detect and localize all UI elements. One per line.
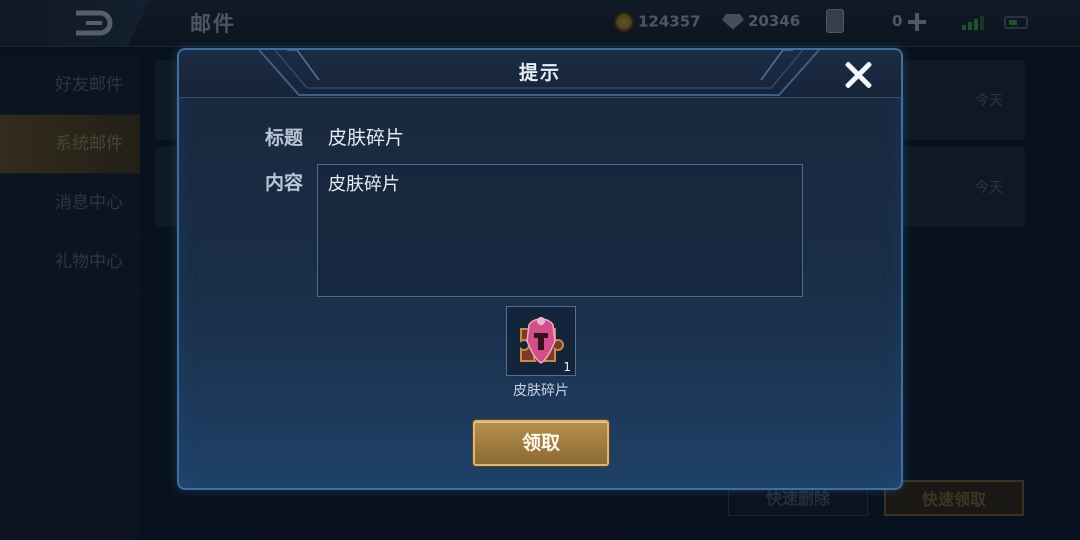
dialog-header: 提示 (179, 50, 901, 98)
content-box: 皮肤碎片 (317, 164, 803, 297)
attachment-item-slot[interactable]: 1 (506, 306, 576, 376)
attachment-name: 皮肤碎片 (513, 383, 569, 399)
claim-button[interactable]: 领取 (473, 420, 609, 466)
subject-label: 标题 (265, 127, 304, 149)
attachment-count: 1 (563, 360, 571, 374)
mail-detail-dialog: 提示 标题 皮肤碎片 内容 皮肤碎片 1 皮肤碎片 领取 (177, 48, 903, 490)
subject-value: 皮肤碎片 (328, 127, 405, 149)
content-text: 皮肤碎片 (328, 174, 400, 195)
dialog-title: 提示 (518, 62, 561, 84)
close-icon[interactable] (843, 60, 873, 90)
content-label: 内容 (265, 172, 304, 194)
